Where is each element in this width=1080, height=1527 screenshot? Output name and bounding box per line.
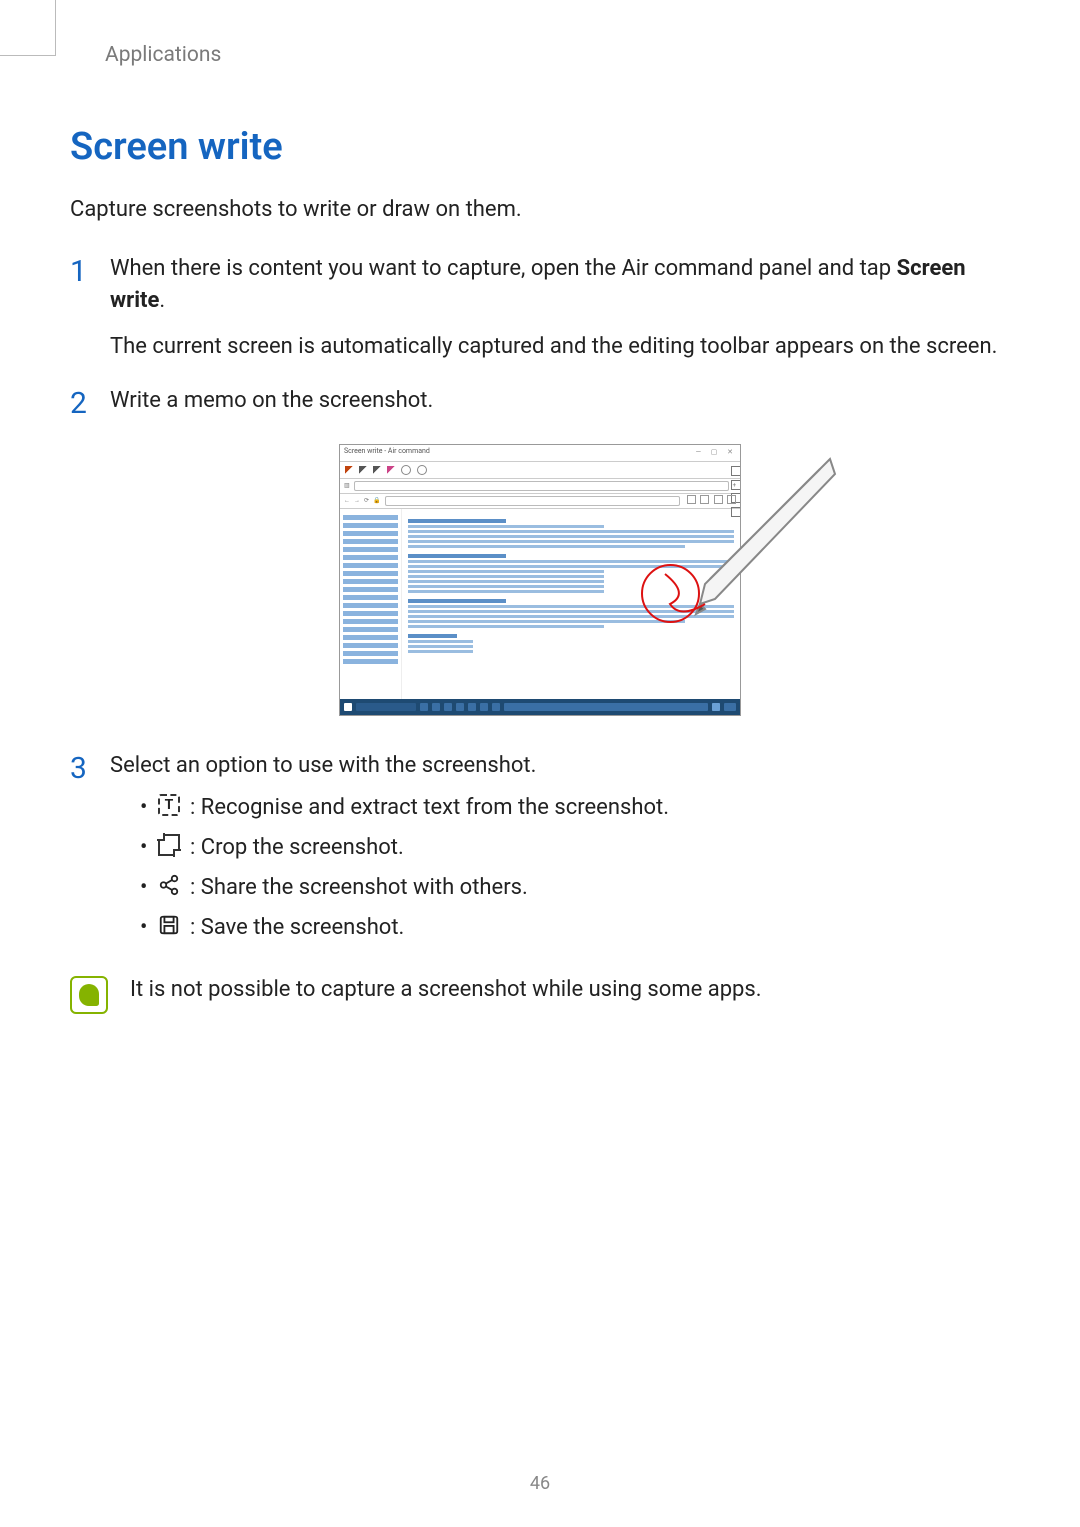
note-icon bbox=[70, 976, 108, 1014]
red-ink-circle bbox=[641, 564, 700, 623]
taskbar-clock bbox=[724, 703, 736, 711]
mock-title: Screen write - Air command bbox=[344, 447, 430, 455]
section-header: Applications bbox=[105, 40, 1010, 70]
step-1-text-a: When there is content you want to captur… bbox=[110, 256, 897, 281]
ext-icon bbox=[714, 495, 723, 504]
note-row: It is not possible to capture a screensh… bbox=[70, 974, 1010, 1014]
mock-titlebar: Screen write - Air command — ▢ ✕ bbox=[340, 445, 740, 462]
share-icon bbox=[158, 874, 180, 896]
newtab-icon: + bbox=[733, 482, 736, 491]
undo-icon bbox=[401, 465, 411, 475]
step-1: 1 When there is content you want to capt… bbox=[70, 253, 1010, 363]
tray-icons bbox=[712, 703, 720, 711]
page-number: 46 bbox=[0, 1471, 1080, 1497]
mock-body bbox=[340, 509, 740, 707]
bullet-save: : Save the screenshot. bbox=[140, 912, 1010, 944]
corner-rule bbox=[0, 0, 56, 56]
bullet-3-text: : Share the screenshot with others. bbox=[190, 875, 528, 900]
highlighter-icon bbox=[373, 466, 381, 474]
bullet-2-text: : Crop the screenshot. bbox=[190, 835, 404, 860]
mock-window: Screen write - Air command — ▢ ✕ bbox=[339, 444, 741, 716]
pen2-icon bbox=[359, 466, 367, 474]
user-icon bbox=[727, 495, 736, 504]
bullet-share: : Share the screenshot with others. bbox=[140, 872, 1010, 904]
step-3-body: Select an option to use with the screens… bbox=[110, 750, 1010, 951]
reload-icon: ⟳ bbox=[364, 497, 369, 506]
step-1-body: When there is content you want to captur… bbox=[110, 253, 1010, 363]
step-2-body: Write a memo on the screenshot. bbox=[110, 385, 1010, 417]
bullet-1-text: : Recognise and extract text from the sc… bbox=[190, 795, 669, 820]
mock-tabbar: ▥ + bbox=[340, 479, 740, 494]
crop-icon bbox=[158, 834, 180, 856]
start-icon bbox=[344, 703, 352, 711]
toolbar-spacer bbox=[433, 466, 721, 474]
redo-icon bbox=[417, 465, 427, 475]
text-recognise-icon: T bbox=[158, 794, 180, 816]
mock-sidebar bbox=[340, 509, 402, 707]
save-icon bbox=[158, 914, 180, 936]
step-1-sub: The current screen is automatically capt… bbox=[110, 331, 1010, 363]
bullet-4-text: : Save the screenshot. bbox=[190, 915, 404, 940]
step-2-number: 2 bbox=[70, 385, 110, 420]
screenshot-figure: Screen write - Air command — ▢ ✕ bbox=[70, 444, 1010, 716]
star-icon bbox=[687, 495, 696, 504]
search-icon bbox=[356, 703, 416, 711]
pen-icon bbox=[345, 466, 353, 474]
bullet-text-recognise: T : Recognise and extract text from the … bbox=[140, 792, 1010, 824]
step-3: 3 Select an option to use with the scree… bbox=[70, 750, 1010, 951]
bullet-crop: : Crop the screenshot. bbox=[140, 832, 1010, 864]
eraser-icon bbox=[387, 466, 395, 474]
mock-window-buttons: — ▢ ✕ bbox=[696, 447, 737, 457]
step-3-bullets: T : Recognise and extract text from the … bbox=[110, 792, 1010, 944]
note-text: It is not possible to capture a screensh… bbox=[130, 974, 762, 1006]
back-icon: ← bbox=[344, 497, 350, 506]
addr-right-icons bbox=[684, 495, 737, 508]
page-title: Screen write bbox=[70, 120, 1010, 175]
mock-main bbox=[402, 509, 740, 707]
step-1-period: . bbox=[159, 288, 165, 313]
step-1-number: 1 bbox=[70, 253, 110, 288]
fwd-icon: → bbox=[354, 497, 360, 506]
tab-icon: ▥ bbox=[344, 482, 350, 491]
step-2: 2 Write a memo on the screenshot. bbox=[70, 385, 1010, 420]
text-recog-icon bbox=[731, 466, 741, 476]
step-3-number: 3 bbox=[70, 750, 110, 785]
tab-title-bar bbox=[354, 481, 729, 491]
mock-toolbar bbox=[340, 462, 740, 479]
step-3-text: Select an option to use with the screens… bbox=[110, 753, 536, 778]
url-bar bbox=[385, 496, 680, 506]
mock-addressbar: ← → ⟳ 🔒 bbox=[340, 494, 740, 509]
page: Applications Screen write Capture screen… bbox=[0, 0, 1080, 1527]
intro-text: Capture screenshots to write or draw on … bbox=[70, 194, 1010, 226]
step-2-text: Write a memo on the screenshot. bbox=[110, 388, 433, 413]
flag-icon bbox=[700, 495, 709, 504]
lock-icon: 🔒 bbox=[373, 497, 380, 506]
toolbar-end-icons bbox=[727, 466, 735, 474]
mock-taskbar bbox=[340, 699, 740, 715]
